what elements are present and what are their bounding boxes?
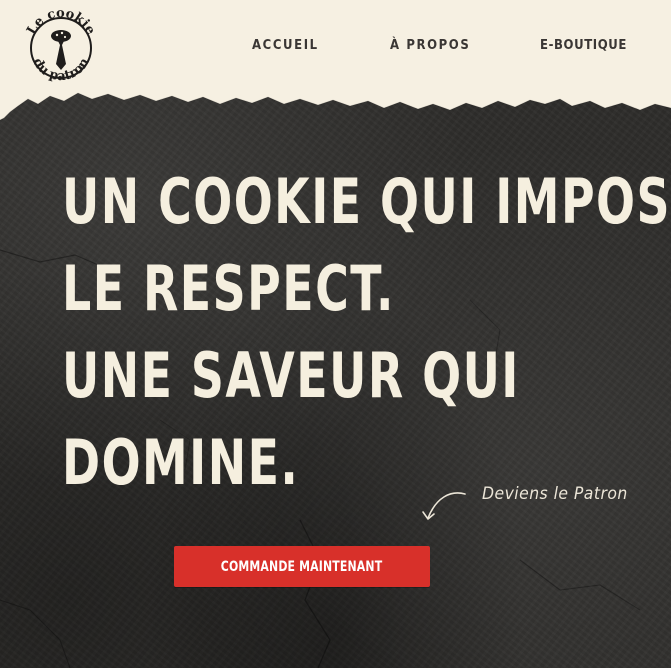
main-navigation: ACCUEIL À PROPOS E-BOUTIQUE	[0, 38, 671, 58]
hero-headline: UN COOKIE QUI IMPOSE LE RESPECT. UNE SAV…	[62, 158, 671, 506]
order-now-label: COMMANDE MAINTENANT	[221, 558, 383, 575]
curved-arrow-icon	[422, 492, 466, 520]
hero-line-2: LE RESPECT.	[62, 252, 395, 325]
nav-e-boutique[interactable]: E-BOUTIQUE	[540, 38, 627, 53]
order-now-button[interactable]: COMMANDE MAINTENANT	[174, 546, 430, 587]
tagline: Deviens le Patron	[482, 484, 628, 504]
nav-accueil[interactable]: ACCUEIL	[252, 38, 319, 53]
hero-line-3: UNE SAVEUR QUI	[62, 339, 520, 412]
hero-line-1: UN COOKIE QUI IMPOSE	[62, 165, 671, 238]
nav-a-propos[interactable]: À PROPOS	[390, 38, 470, 53]
torn-paper-header	[0, 0, 671, 121]
